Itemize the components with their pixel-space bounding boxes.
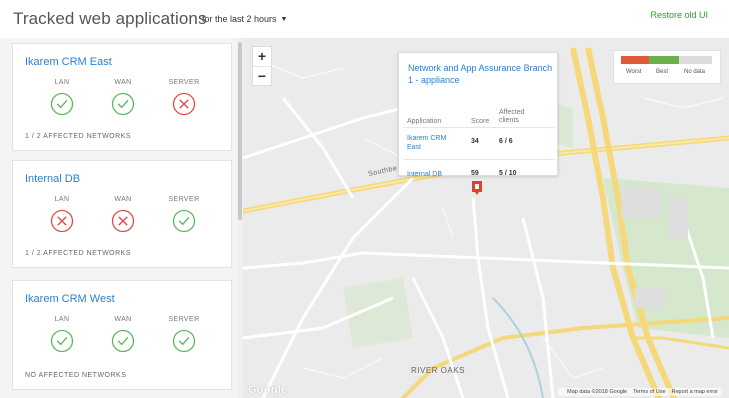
legend-worst-label: Worst [626,69,642,75]
time-range-dropdown[interactable]: for the last 2 hours ▼ [202,14,287,24]
popup-affected-clients: 5 / 10 [499,170,517,177]
x-circle-icon[interactable] [111,209,135,233]
app-name-link[interactable]: Internal DB [25,173,80,185]
metric-label: LAN [54,316,70,323]
metric-2: SERVER [159,316,209,353]
metric-0: LAN [37,196,87,233]
app-card[interactable]: Internal DB LAN WAN SERVER 1 / 2 AFFECTED NE… [12,160,232,268]
legend-worst-swatch [621,56,649,64]
metric-1: WAN [98,79,148,116]
zoom-in-button[interactable]: + [253,47,271,66]
zoom-controls: + − [252,46,272,86]
metric-label: WAN [114,79,132,86]
metric-2: SERVER [159,196,209,233]
popup-table-header: Application Score Affected clients [403,96,555,128]
metric-label: SERVER [168,196,200,203]
map-data-attribution: Map data ©2018 Google [567,389,628,395]
map-footer: Map data ©2018 Google Terms of Use Report … [558,388,721,396]
zoom-out-button[interactable]: − [253,66,271,85]
popup-score: 59 [471,170,479,177]
table-row: Ikarem CRM East 34 6 / 6 [403,128,555,160]
metric-label: SERVER [168,316,200,323]
caret-down-icon: ▼ [280,16,288,23]
check-circle-icon[interactable] [172,329,196,353]
check-circle-icon[interactable] [111,329,135,353]
metric-1: WAN [98,316,148,353]
time-range-label: for the last 2 hours [202,14,277,24]
district-label: RIVER OAKS [411,366,465,375]
metric-1: WAN [98,196,148,233]
legend-nodata-swatch [679,56,712,64]
restore-old-ui-link[interactable]: Restore old UI [650,10,708,20]
report-map-error-link[interactable]: Report a map error [672,389,718,395]
apps-list-panel: Ikarem CRM East LAN WAN SERVER 1 / 2 AFFECTE… [0,38,243,398]
column-application: Application [407,118,442,125]
metric-label: LAN [54,79,70,86]
check-circle-icon[interactable] [172,209,196,233]
page-title: Tracked web applications [13,9,207,28]
metric-label: SERVER [168,79,200,86]
popup-app-link[interactable]: Ikarem CRM East [407,134,462,152]
location-pin-icon[interactable] [471,180,483,196]
metric-0: LAN [37,79,87,116]
location-popup: Network and App Assurance Branch 1 - app… [398,52,558,178]
popup-app-link[interactable]: Internal DB [407,170,462,179]
check-circle-icon[interactable] [50,92,74,116]
column-score: Score [471,118,490,125]
legend-best-swatch [649,56,679,64]
app-card[interactable]: Ikarem CRM East LAN WAN SERVER 1 / 2 AFFECTE… [12,43,232,151]
popup-affected-clients: 6 / 6 [499,138,513,145]
terms-of-use-link[interactable]: Terms of Use [633,389,665,395]
metric-2: SERVER [159,79,209,116]
scrollbar-thumb[interactable] [238,42,242,220]
app-name-link[interactable]: Ikarem CRM East [25,56,112,68]
google-logo: Google [248,384,288,396]
x-circle-icon[interactable] [172,92,196,116]
metric-label: WAN [114,196,132,203]
popup-table: Application Score Affected clients Ikare… [403,96,555,192]
check-circle-icon[interactable] [111,92,135,116]
x-circle-icon[interactable] [50,209,74,233]
score-legend: Worst Best No data [613,50,721,84]
page-header: Tracked web applications for the last 2 … [0,0,729,38]
popup-title-link[interactable]: Network and App Assurance Branch 1 - app… [408,62,553,86]
affected-networks-count: NO AFFECTED NETWORKS [25,372,127,379]
legend-color-bar [621,56,712,64]
affected-networks-count: 1 / 2 AFFECTED NETWORKS [25,133,132,140]
popup-score: 34 [471,138,479,145]
metric-label: LAN [54,196,70,203]
metric-label: WAN [114,316,132,323]
column-affected-clients: Affected clients [499,109,525,124]
legend-best-label: Best [656,69,669,75]
legend-nodata-label: No data [684,69,706,75]
metric-0: LAN [37,316,87,353]
map[interactable]: + − Southbe RIVER OAKS Network and App A… [243,38,729,398]
check-circle-icon[interactable] [50,329,74,353]
app-card[interactable]: Ikarem CRM West LAN WAN SERVER NO AFFECTED N… [12,280,232,390]
affected-networks-count: 1 / 2 AFFECTED NETWORKS [25,250,132,257]
app-name-link[interactable]: Ikarem CRM West [25,293,115,305]
